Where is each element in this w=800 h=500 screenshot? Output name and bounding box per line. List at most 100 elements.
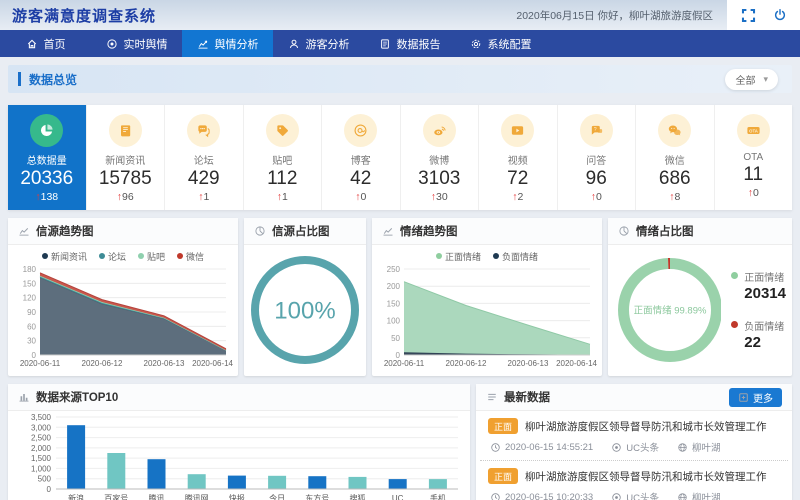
sentiment-share-content: 正面情绪 99.89% 正面情绪20314负面情绪22 <box>608 245 792 375</box>
nav-item-4[interactable]: 游客分析 <box>273 30 364 57</box>
stat-label: 总数据量 <box>8 152 86 167</box>
legend-dot <box>731 321 738 328</box>
meta-time: 2020-06-15 14:55:21 <box>490 440 593 454</box>
svg-text:2020-06-14: 2020-06-14 <box>192 359 233 368</box>
panel-top10: 数据来源TOP10 05001,0001,5002,0002,5003,0003… <box>8 384 470 500</box>
stat-card-10[interactable]: OTAOTA11↑0 <box>715 105 793 210</box>
donut-wrap: 100% <box>244 245 366 375</box>
more-label: 更多 <box>753 390 773 405</box>
nav-item-5[interactable]: 数据报告 <box>364 30 455 57</box>
nav-item-2[interactable]: 实时舆情 <box>91 30 182 57</box>
svg-text:?: ? <box>594 127 597 133</box>
sentiment-badge: 正面 <box>488 468 518 484</box>
svg-text:50: 50 <box>391 334 400 343</box>
svg-text:3,500: 3,500 <box>31 413 52 422</box>
legend-dot <box>42 253 48 259</box>
nav-item-3[interactable]: 舆情分析 <box>182 30 273 57</box>
stat-card-1[interactable]: 总数据量20336↑138 <box>8 105 87 210</box>
stat-change-value: 1 <box>203 191 209 203</box>
fullscreen-icon[interactable] <box>740 7 757 24</box>
stat-change-value: 0 <box>596 191 602 203</box>
meta-time: 2020-06-15 10:20:33 <box>490 490 593 500</box>
section-marker <box>18 72 21 86</box>
tag-icon <box>266 114 299 147</box>
latest-list: 正面柳叶湖旅游度假区领导督导防汛和城市长效管理工作2020-06-15 14:5… <box>476 411 792 500</box>
stat-card-2[interactable]: 新闻资讯15785↑96 <box>87 105 166 210</box>
panel-sentiment-trend: 情绪趋势图 正面情绪负面情绪 0501001502002502020-06-11… <box>372 218 602 376</box>
stat-label: 博客 <box>322 152 400 167</box>
more-button[interactable]: 更多 <box>729 388 782 407</box>
nav-item-label: 系统配置 <box>488 36 532 52</box>
stat-change: ↑138 <box>8 191 86 203</box>
list-item[interactable]: 正面柳叶湖旅游度假区领导督导防汛和城市长效管理工作 2020-06-15 14:5… <box>480 411 788 461</box>
stat-card-4[interactable]: 贴吧112↑1 <box>244 105 323 210</box>
stat-value: 112 <box>244 168 322 190</box>
stat-value: 72 <box>479 168 557 190</box>
stat-card-7[interactable]: 视频72↑2 <box>479 105 558 210</box>
meta-site: 柳叶湖 <box>677 440 721 454</box>
stat-card-3[interactable]: 论坛429↑1 <box>165 105 244 210</box>
item-title: 柳叶湖旅游度假区领导督导防汛和城市长效管理工作 <box>525 419 767 434</box>
stat-label: 微博 <box>401 152 479 167</box>
stat-card-6[interactable]: 微博3103↑30 <box>401 105 480 210</box>
svg-text:200: 200 <box>387 282 401 291</box>
legend-value: 22 <box>744 334 784 351</box>
svg-text:2020-06-11: 2020-06-11 <box>384 359 425 368</box>
nav-item-1[interactable]: 首页 <box>0 30 91 57</box>
topbar-right: 2020年06月15日 你好，柳叶湖旅游度假区 <box>516 0 800 30</box>
svg-text:2020-06-11: 2020-06-11 <box>20 359 61 368</box>
stat-label: 新闻资讯 <box>87 152 165 167</box>
power-icon[interactable] <box>773 8 787 22</box>
svg-text:100%: 100% <box>274 297 335 324</box>
stat-value: 686 <box>636 168 714 190</box>
legend-item[interactable]: 负面情绪 <box>493 250 538 263</box>
stat-value: 42 <box>322 168 400 190</box>
stat-card-8[interactable]: ?问答96↑0 <box>558 105 637 210</box>
scope-filter-dropdown[interactable]: 全部 ▾ <box>725 69 778 90</box>
nav-item-label: 舆情分析 <box>215 36 259 52</box>
home-icon <box>26 38 38 50</box>
meta-time-text: 2020-06-15 10:20:33 <box>505 492 593 500</box>
svg-text:1,000: 1,000 <box>31 464 52 473</box>
svg-text:搜狐: 搜狐 <box>350 493 366 500</box>
svg-text:手机: 手机 <box>430 493 446 500</box>
nav-item-label: 数据报告 <box>397 36 441 52</box>
legend-item[interactable]: 正面情绪 <box>436 250 481 263</box>
legend-item[interactable]: 微信 <box>177 250 204 263</box>
date-greeting: 2020年06月15日 你好，柳叶湖旅游度假区 <box>516 8 713 23</box>
stat-card-5[interactable]: 博客42↑0 <box>322 105 401 210</box>
pie-outline-icon <box>254 225 266 237</box>
stat-change: ↑0 <box>322 191 400 203</box>
stat-change: ↑0 <box>558 191 636 203</box>
trend-chart-icon <box>382 225 394 237</box>
svg-text:30: 30 <box>27 337 36 346</box>
stat-change: ↑2 <box>479 191 557 203</box>
panel-header: 信源趋势图 <box>8 218 238 245</box>
svg-text:2020-06-13: 2020-06-13 <box>508 359 549 368</box>
gear-icon <box>470 38 482 50</box>
legend-item[interactable]: 论坛 <box>99 250 126 263</box>
list-icon <box>486 391 498 403</box>
stat-change-value: 96 <box>122 191 134 203</box>
sentiment-badge: 正面 <box>488 418 518 434</box>
stat-change: ↑0 <box>715 187 793 199</box>
bar-chart-icon <box>18 391 30 403</box>
legend-dot <box>436 253 442 259</box>
legend-item[interactable]: 贴吧 <box>138 250 165 263</box>
legend-dot <box>493 253 499 259</box>
list-item[interactable]: 正面柳叶湖旅游度假区领导督导防汛和城市长效管理工作2020-06-15 10:2… <box>480 461 788 500</box>
meta-site-text: 柳叶湖 <box>692 440 721 454</box>
charts-row: 信源趋势图 新闻资讯论坛贴吧微信 03060901201501802020-06… <box>8 218 792 376</box>
nav-item-label: 游客分析 <box>306 36 350 52</box>
top10-bar-chart: 05001,0001,5002,0002,5003,0003,500新浪微博百家… <box>14 411 464 500</box>
stat-card-9[interactable]: 微信686↑8 <box>636 105 715 210</box>
stat-value: 429 <box>165 168 243 190</box>
meta-source: UC头条 <box>611 440 659 454</box>
nav-item-6[interactable]: 系统配置 <box>455 30 546 57</box>
meta-site-text: 柳叶湖 <box>692 490 721 500</box>
legend-item[interactable]: 新闻资讯 <box>42 250 87 263</box>
report-icon <box>379 38 391 50</box>
legend-item: 正面情绪20314 <box>731 269 786 302</box>
svg-text:百家号: 百家号 <box>104 493 128 500</box>
stat-change-value: 8 <box>674 191 680 203</box>
